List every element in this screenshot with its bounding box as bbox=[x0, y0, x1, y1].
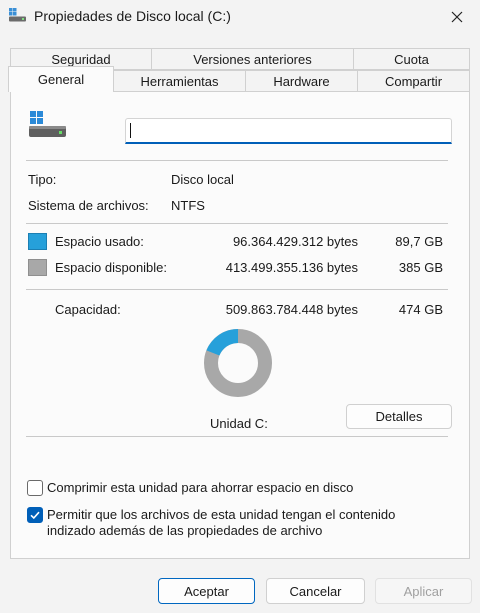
separator bbox=[26, 289, 448, 290]
free-space-swatch bbox=[28, 259, 47, 276]
ok-button[interactable]: Aceptar bbox=[158, 578, 255, 604]
tab-herramientas[interactable]: Herramientas bbox=[113, 70, 246, 92]
drive-icon bbox=[9, 8, 26, 22]
index-label-line2: indizado además de las propiedades de ar… bbox=[47, 523, 323, 538]
free-space-label: Espacio disponible: bbox=[55, 260, 168, 275]
tab-cuota[interactable]: Cuota bbox=[353, 48, 470, 70]
compress-label: Comprimir esta unidad para ahorrar espac… bbox=[47, 480, 354, 495]
close-icon bbox=[451, 11, 463, 23]
separator bbox=[26, 160, 448, 161]
text-caret bbox=[130, 123, 131, 138]
title-bar: Propiedades de Disco local (C:) bbox=[0, 0, 480, 34]
filesystem-label: Sistema de archivos: bbox=[28, 198, 149, 213]
free-space-size: 385 GB bbox=[398, 260, 443, 275]
capacity-label: Capacidad: bbox=[55, 302, 121, 317]
separator bbox=[26, 223, 448, 224]
capacity-bytes: 509.863.784.448 bytes bbox=[225, 302, 358, 317]
separator bbox=[26, 436, 448, 437]
cancel-button[interactable]: Cancelar bbox=[266, 578, 365, 604]
capacity-size: 474 GB bbox=[398, 302, 443, 317]
index-checkbox[interactable] bbox=[27, 507, 43, 523]
drive-icon bbox=[28, 111, 68, 142]
tab-compartir[interactable]: Compartir bbox=[357, 70, 470, 92]
used-space-swatch bbox=[28, 233, 47, 250]
type-label: Tipo: bbox=[28, 172, 57, 187]
details-button[interactable]: Detalles bbox=[346, 404, 452, 429]
window-title: Propiedades de Disco local (C:) bbox=[34, 8, 231, 24]
free-space-bytes: 413.499.355.136 bytes bbox=[225, 260, 358, 275]
tab-hardware[interactable]: Hardware bbox=[245, 70, 358, 92]
filesystem-value: NTFS bbox=[171, 198, 205, 213]
used-space-bytes: 96.364.429.312 bytes bbox=[232, 234, 358, 249]
used-space-label: Espacio usado: bbox=[55, 234, 144, 249]
checkmark-icon bbox=[30, 511, 40, 520]
disk-usage-donut bbox=[204, 329, 272, 397]
apply-button[interactable]: Aplicar bbox=[375, 578, 472, 604]
type-value: Disco local bbox=[171, 172, 234, 187]
drive-name-input[interactable] bbox=[125, 118, 452, 144]
used-space-size: 89,7 GB bbox=[395, 234, 443, 249]
tab-general[interactable]: General bbox=[8, 66, 114, 92]
compress-checkbox[interactable] bbox=[27, 480, 43, 496]
index-label-line1: Permitir que los archivos de esta unidad… bbox=[47, 507, 396, 522]
close-button[interactable] bbox=[434, 0, 480, 34]
drive-label: Unidad C: bbox=[210, 416, 268, 431]
tab-versiones-anteriores[interactable]: Versiones anteriores bbox=[151, 48, 354, 70]
